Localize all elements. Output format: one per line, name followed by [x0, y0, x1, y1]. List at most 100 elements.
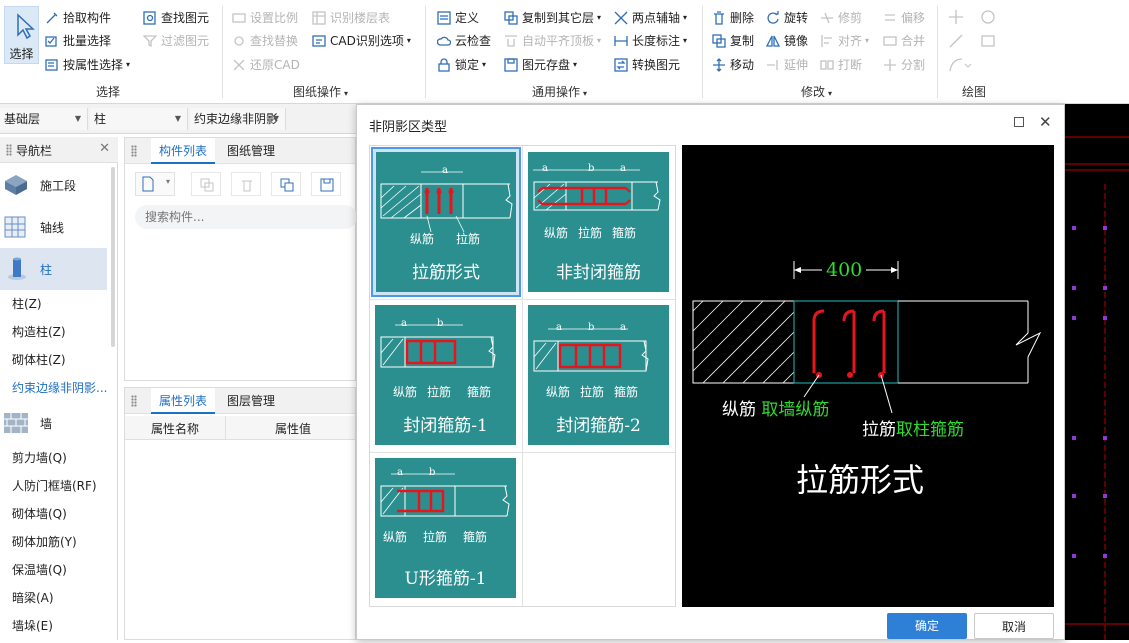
copy-button[interactable]: 复制	[712, 31, 754, 51]
navigation-panel: 导航栏 ✕ 施工段 轴线 柱 柱(Z) 构造柱(Z) 砌体柱(Z) 约束边缘非阴…	[0, 137, 118, 640]
close-icon[interactable]: ✕	[99, 141, 110, 156]
delete-button[interactable]: 删除	[712, 8, 754, 28]
option-card-u-stirrup-1[interactable]: a b 纵筋 拉筋 箍筋 U形箍筋-1	[375, 458, 516, 598]
merge-button[interactable]: 合并	[883, 31, 925, 51]
maximize-icon[interactable]	[1014, 117, 1024, 127]
cloud-check-button[interactable]: 云检查	[437, 31, 491, 51]
cursor-arrow-icon	[17, 13, 35, 40]
save-element-button[interactable]: 图元存盘 ▾	[504, 55, 577, 75]
cancel-button[interactable]: 取消	[974, 613, 1054, 639]
arc-draw-icon[interactable]	[948, 57, 972, 73]
nav-item-wall-pier[interactable]: 墙垛(E)	[12, 615, 53, 637]
nav-item-masonry-wall[interactable]: 砌体墙(Q)	[12, 503, 67, 525]
chevron-down-icon: ▾	[683, 36, 688, 45]
nav-scrollbar[interactable]	[111, 167, 115, 347]
component-tabs: 构件列表 图纸管理	[125, 138, 355, 164]
nav-item-constructional-column[interactable]: 构造柱(Z)	[12, 321, 66, 343]
two-point-axis-button[interactable]: 两点辅轴 ▾	[614, 8, 687, 28]
floor-select[interactable]: 基础层 ▼	[0, 108, 88, 130]
cad-icon	[312, 35, 326, 47]
ribbon-divider	[425, 6, 426, 98]
save-component-button[interactable]	[311, 172, 341, 196]
circle-draw-icon[interactable]	[980, 9, 996, 25]
component-search[interactable]	[135, 205, 357, 229]
find-replace-button[interactable]: 查找替换	[232, 31, 298, 51]
close-icon[interactable]: ✕	[1039, 113, 1052, 131]
layer-copy-button[interactable]	[271, 172, 301, 196]
find-element-button[interactable]: 查找图元	[143, 8, 209, 28]
dialog-titlebar[interactable]: 非阴影区类型 ✕	[357, 105, 1064, 141]
line-draw-icon[interactable]	[948, 33, 964, 49]
nav-item-insulation-wall[interactable]: 保温墙(Q)	[12, 559, 67, 581]
convert-element-button[interactable]: 转换图元	[614, 55, 680, 75]
nav-item-axis[interactable]: 轴线	[0, 206, 107, 248]
nav-item-column[interactable]: 柱	[0, 248, 107, 290]
cad-options-button[interactable]: CAD识别选项 ▾	[312, 31, 411, 51]
break-button[interactable]: 打断	[820, 55, 862, 75]
trim-button[interactable]: 修剪	[820, 8, 862, 28]
drawing-canvas[interactable]	[1065, 104, 1129, 640]
split-button[interactable]: 分割	[883, 55, 925, 75]
new-component-button[interactable]: ▾	[135, 172, 175, 196]
select-by-attribute-button[interactable]: 按属性选择 ▾	[45, 55, 130, 75]
tab-component-list[interactable]: 构件列表	[151, 138, 216, 164]
axis-icon	[614, 11, 628, 25]
define-button[interactable]: 定义	[437, 8, 479, 28]
nav-item-civil-defense-wall[interactable]: 人防门框墙(RF)	[12, 475, 97, 497]
break-icon	[820, 60, 834, 70]
chevron-down-icon: ▾	[406, 36, 411, 45]
nav-item-shear-wall[interactable]: 剪力墙(Q)	[12, 447, 67, 469]
option-card-closed-stirrup-2[interactable]: a b a 纵筋 拉筋 箍筋 封闭箍筋-2	[528, 305, 669, 445]
tab-drawing-management[interactable]: 图纸管理	[219, 138, 283, 164]
copy-component-button[interactable]	[191, 172, 221, 196]
delete-component-button[interactable]	[231, 172, 261, 196]
select-big-button[interactable]: 选择	[4, 6, 39, 64]
drag-handle-icon[interactable]	[6, 144, 12, 156]
batch-select-button[interactable]: 批量选择	[45, 31, 111, 51]
pick-component-button[interactable]: 拾取构件	[45, 8, 111, 28]
auto-align-top-button[interactable]: 自动平齐顶板 ▾	[504, 31, 601, 51]
component-select[interactable]: 约束边缘非阴影 ▼	[190, 108, 286, 130]
option-card-tie-form[interactable]: a 纵筋 拉筋 拉筋形式	[371, 147, 521, 297]
point-draw-icon[interactable]	[948, 9, 964, 25]
nav-item-masonry-reinforcement[interactable]: 砌体加筋(Y)	[12, 531, 77, 553]
offset-button[interactable]: 偏移	[883, 8, 925, 28]
set-scale-button[interactable]: 设置比例	[232, 8, 298, 28]
lock-button[interactable]: 锁定 ▾	[437, 55, 486, 75]
ok-button[interactable]: 确定	[887, 613, 967, 639]
copy-to-other-layer-button[interactable]: 复制到其它层 ▾	[504, 8, 601, 28]
extend-button[interactable]: 延伸	[766, 55, 808, 75]
rectangle-draw-icon[interactable]	[980, 33, 996, 49]
layers-icon	[280, 178, 294, 192]
move-button[interactable]: 移动	[712, 55, 754, 75]
nav-item-wall[interactable]: 墙	[0, 402, 107, 444]
cloud-icon	[437, 36, 451, 46]
identify-floor-table-button[interactable]: 识别楼层表	[312, 8, 390, 28]
mirror-icon	[766, 35, 780, 47]
chevron-down-icon: ▼	[174, 114, 181, 123]
component-panel: 构件列表 图纸管理 ▾	[124, 137, 357, 381]
drag-handle-icon[interactable]	[131, 395, 137, 407]
filter-element-button[interactable]: 过滤图元	[143, 31, 209, 51]
option-card-non-closed-stirrup[interactable]: a b a 纵筋 拉筋 箍筋 非封闭箍筋	[528, 152, 669, 292]
ribbon-divider	[937, 6, 938, 98]
tab-layer-management[interactable]: 图层管理	[219, 388, 283, 414]
search-input[interactable]	[145, 207, 345, 227]
restore-cad-button[interactable]: 还原CAD	[232, 55, 300, 75]
rotate-button[interactable]: 旋转	[766, 8, 808, 28]
draw-group-label: 绘图	[962, 85, 987, 99]
nav-item-hidden-beam[interactable]: 暗梁(A)	[12, 587, 54, 609]
mirror-button[interactable]: 镜像	[766, 31, 808, 51]
nav-item-construction-section[interactable]: 施工段	[0, 164, 107, 206]
new-file-icon	[142, 176, 154, 192]
nav-item-constrained-edge[interactable]: 约束边缘非阴影...	[12, 377, 107, 399]
option-card-closed-stirrup-1[interactable]: a b 纵筋 拉筋 箍筋 封闭箍筋-1	[375, 305, 516, 445]
drag-handle-icon[interactable]	[131, 145, 137, 157]
align-button[interactable]: 对齐 ▾	[820, 31, 869, 51]
tab-attribute-list[interactable]: 属性列表	[151, 388, 216, 414]
type-select[interactable]: 柱 ▼	[90, 108, 188, 130]
nav-item-column-z[interactable]: 柱(Z)	[12, 293, 42, 315]
lock-icon	[438, 58, 450, 72]
length-mark-button[interactable]: 长度标注 ▾	[614, 31, 687, 51]
nav-item-masonry-column[interactable]: 砌体柱(Z)	[12, 349, 66, 371]
